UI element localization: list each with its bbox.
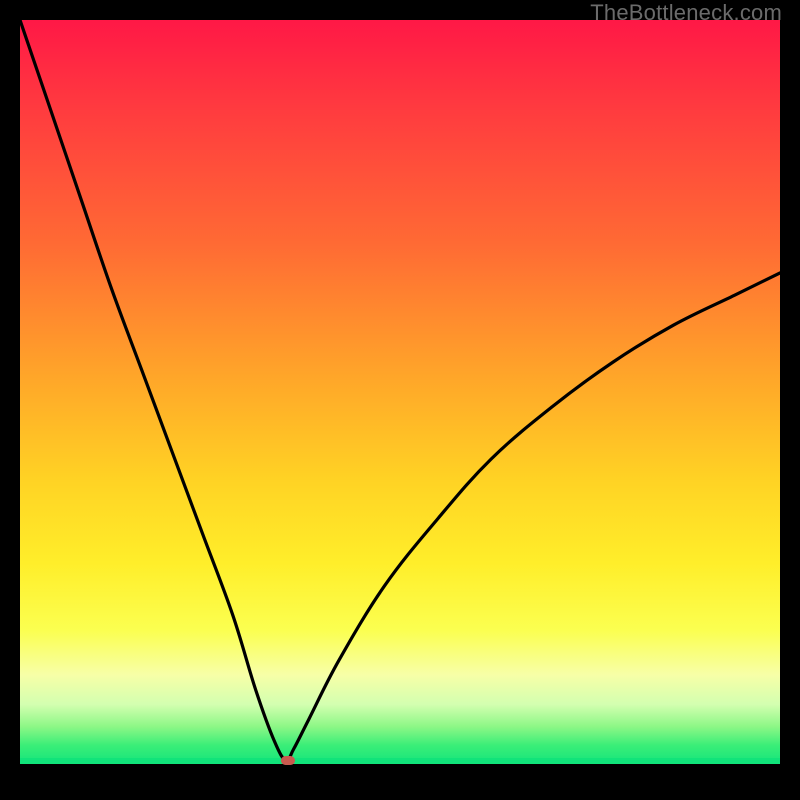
- chart-plot-area: [20, 20, 780, 764]
- chart-frame: [20, 20, 780, 780]
- chart-x-axis: [20, 764, 780, 780]
- chart-min-marker: [281, 756, 295, 765]
